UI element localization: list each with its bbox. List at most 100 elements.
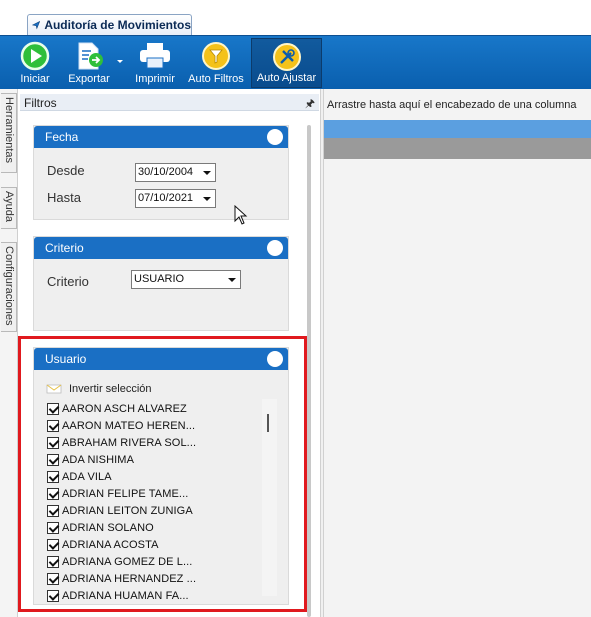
user-list-item[interactable]: ADRIANA GOMEZ DE L... xyxy=(47,553,262,570)
checkbox-checked[interactable] xyxy=(47,470,59,483)
criterio-value: USUARIO xyxy=(134,273,185,285)
scrollbar-thumb[interactable] xyxy=(267,414,269,432)
user-name: AARON MATEO HEREN... xyxy=(62,419,196,432)
desde-date-value: 30/10/2004 xyxy=(138,166,194,178)
dropdown-arrow-icon xyxy=(228,278,236,282)
user-list-item[interactable]: ADA VILA xyxy=(47,468,262,485)
invert-selection-button[interactable]: Invertir selección xyxy=(46,382,152,396)
checkbox-checked[interactable] xyxy=(47,419,59,432)
checkbox-checked[interactable] xyxy=(47,453,59,466)
user-checklist: AARON ASCH ALVAREZ AARON MATEO HEREN... … xyxy=(47,400,262,604)
filters-panel-header: Filtros 🖈 xyxy=(20,94,319,111)
dropdown-arrow-icon xyxy=(203,197,211,201)
print-button[interactable]: Imprimir xyxy=(131,38,179,88)
user-name: ADRIAN SOLANO xyxy=(62,521,154,534)
fecha-group-header[interactable]: Fecha xyxy=(34,126,288,148)
auto-adjust-button-label: Auto Ajustar xyxy=(256,72,317,84)
collapse-icon[interactable] xyxy=(267,351,283,367)
checkbox-checked[interactable] xyxy=(47,521,59,534)
user-list-item[interactable]: ADRIAN FELIPE TAME... xyxy=(47,485,262,502)
checkbox-checked[interactable] xyxy=(47,402,59,415)
print-button-label: Imprimir xyxy=(135,73,175,85)
document-tab-strip: Auditoría de Movimientos xyxy=(0,0,591,35)
group-by-panel[interactable]: Arrastre hasta aquí el encabezado de una… xyxy=(324,96,591,115)
user-name: ABRAHAM RIVERA SOL... xyxy=(62,436,197,449)
filters-title: Filtros xyxy=(24,96,57,110)
usuario-group-title: Usuario xyxy=(45,352,87,366)
mouse-cursor-icon xyxy=(234,205,248,225)
grid-column-header[interactable] xyxy=(324,120,591,138)
user-list-item[interactable]: ADRIANA ACOSTA xyxy=(47,536,262,553)
checkbox-checked[interactable] xyxy=(47,538,59,551)
side-tab-herramientas[interactable]: Herramientas xyxy=(1,93,17,173)
user-name: ADA NISHIMA xyxy=(62,453,135,466)
printer-icon xyxy=(140,43,170,69)
start-button-label: Iniciar xyxy=(20,73,50,85)
user-list-item[interactable]: ADA NISHIMA xyxy=(47,451,262,468)
auto-filter-icon xyxy=(202,42,230,70)
filters-scrollbar[interactable] xyxy=(307,125,311,617)
auto-adjust-button[interactable]: Auto Ajustar xyxy=(251,38,322,88)
export-icon xyxy=(78,42,103,70)
envelope-icon xyxy=(46,384,62,394)
app-window: Auditoría de Movimientos Iniciar Exporta… xyxy=(0,0,591,617)
side-tab-label: Ayuda xyxy=(3,191,15,222)
fecha-group-title: Fecha xyxy=(45,130,79,144)
user-name: ADRIANA GOMEZ DE L... xyxy=(62,555,193,568)
tab-auditoria-de-movimientos[interactable]: Auditoría de Movimientos xyxy=(27,14,192,35)
user-list-item[interactable]: ADRIANA HERNANDEZ ... xyxy=(47,570,262,587)
ribbon-toolbar: Iniciar Exportar Imprimir Auto Filtros A… xyxy=(0,35,591,89)
user-list-scrollbar[interactable] xyxy=(262,399,277,596)
collapse-icon[interactable] xyxy=(267,240,283,256)
hasta-date-picker[interactable]: 07/10/2021 xyxy=(135,189,216,208)
checkbox-checked[interactable] xyxy=(47,487,59,500)
side-tab-ayuda[interactable]: Ayuda xyxy=(1,187,17,229)
side-tab-configuraciones[interactable]: Configuraciones xyxy=(1,242,17,332)
user-name: AARON ASCH ALVAREZ xyxy=(62,402,187,415)
user-list-item[interactable]: ADRIANA HUAMAN FA... xyxy=(47,587,262,604)
criterio-group-header[interactable]: Criterio xyxy=(34,237,288,259)
checkbox-checked[interactable] xyxy=(47,436,59,449)
hasta-date-value: 07/10/2021 xyxy=(138,192,194,204)
desde-date-picker[interactable]: 30/10/2004 xyxy=(135,163,216,182)
desde-label: Desde xyxy=(47,163,85,178)
export-button[interactable]: Exportar xyxy=(62,38,116,88)
auto-filter-button[interactable]: Auto Filtros xyxy=(185,38,247,88)
checkbox-checked[interactable] xyxy=(47,572,59,585)
user-name: ADRIAN LEITON ZUNIGA xyxy=(62,504,193,517)
auto-filter-button-label: Auto Filtros xyxy=(188,73,244,85)
tab-title: Auditoría de Movimientos xyxy=(44,18,191,32)
user-name: ADA VILA xyxy=(62,470,112,483)
side-tab-label: Configuraciones xyxy=(3,246,15,326)
user-list-item[interactable]: ADRIAN SOLANO xyxy=(47,519,262,536)
invert-selection-label: Invertir selección xyxy=(69,383,152,395)
hasta-label: Hasta xyxy=(47,190,81,205)
checkbox-checked[interactable] xyxy=(47,555,59,568)
export-dropdown-caret[interactable] xyxy=(117,60,123,63)
user-list-item[interactable]: AARON ASCH ALVAREZ xyxy=(47,400,262,417)
dropdown-arrow-icon xyxy=(203,171,211,175)
checkbox-checked[interactable] xyxy=(47,504,59,517)
user-list-item[interactable]: ADRIAN LEITON ZUNIGA xyxy=(47,502,262,519)
criterio-select[interactable]: USUARIO xyxy=(131,270,241,289)
user-list-item[interactable]: ABRAHAM RIVERA SOL... xyxy=(47,434,262,451)
export-button-label: Exportar xyxy=(68,73,110,85)
data-grid xyxy=(324,89,591,617)
auto-adjust-icon xyxy=(272,43,301,71)
audit-icon xyxy=(32,20,41,30)
user-name: ADRIANA HUAMAN FA... xyxy=(62,589,189,602)
grid-filter-row[interactable] xyxy=(324,138,591,159)
side-tab-strip: Herramientas Ayuda Configuraciones xyxy=(0,89,18,617)
user-name: ADRIAN FELIPE TAME... xyxy=(62,487,189,500)
criterio-group-title: Criterio xyxy=(45,241,84,255)
collapse-icon[interactable] xyxy=(267,129,283,145)
side-tab-label: Herramientas xyxy=(3,97,15,164)
user-name: ADRIANA HERNANDEZ ... xyxy=(62,572,197,585)
criterio-label: Criterio xyxy=(47,274,89,289)
start-button[interactable]: Iniciar xyxy=(14,38,56,88)
user-list-item[interactable]: AARON MATEO HEREN... xyxy=(47,417,262,434)
usuario-group-header[interactable]: Usuario xyxy=(34,348,288,370)
play-icon xyxy=(20,41,50,71)
checkbox-checked[interactable] xyxy=(47,589,59,602)
user-name: ADRIANA ACOSTA xyxy=(62,538,159,551)
